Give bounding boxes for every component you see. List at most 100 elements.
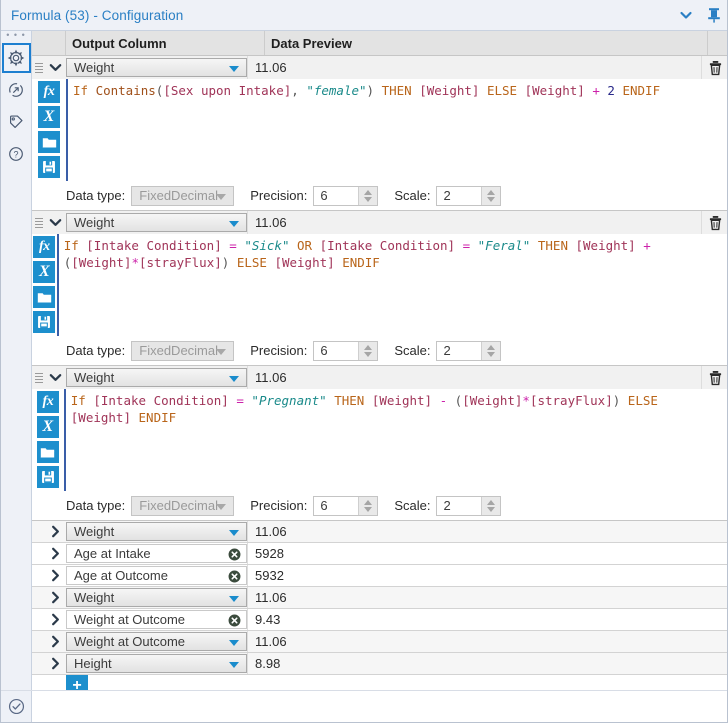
trash-icon[interactable] xyxy=(701,366,727,389)
expression-token: [Weight] xyxy=(71,255,132,270)
save-disk-icon[interactable] xyxy=(33,311,56,333)
formula-expression-editor[interactable]: If Contains([Sex upon Intake], "female")… xyxy=(66,79,727,181)
chevron-down-icon xyxy=(216,348,227,355)
collapsed-formula-row: Weight at Outcome 9.43 xyxy=(32,609,727,631)
trash-icon[interactable] xyxy=(701,56,727,79)
expression-token: [Weight] xyxy=(575,238,636,253)
error-x-icon[interactable] xyxy=(228,570,241,586)
formula-drag-handle[interactable] xyxy=(32,631,45,652)
collapsed-formula-row: Weight 11.06 xyxy=(32,521,727,543)
error-x-icon[interactable] xyxy=(228,614,241,630)
expression-token: ELSE xyxy=(229,255,275,270)
check-circle-icon[interactable] xyxy=(1,691,32,722)
question-circle-icon: ? xyxy=(9,147,23,161)
trash-icon[interactable] xyxy=(701,211,727,234)
scale-stepper[interactable]: 2 xyxy=(436,495,502,516)
precision-stepper[interactable]: 6 xyxy=(313,495,379,516)
output-column-select[interactable]: Weight xyxy=(66,213,247,232)
status-bar xyxy=(1,690,727,722)
output-column-select[interactable]: Weight at Outcome xyxy=(66,610,247,629)
sidebar-item-annotation[interactable] xyxy=(2,107,31,137)
expression-token: * xyxy=(131,255,139,270)
data-type-select[interactable]: FixedDecimal xyxy=(131,495,235,516)
output-column-select[interactable]: Weight at Outcome xyxy=(66,632,247,651)
formula-drag-handle[interactable] xyxy=(32,56,45,79)
collapse-toggle[interactable] xyxy=(45,211,66,234)
expand-toggle[interactable] xyxy=(45,543,66,564)
data-preview-value: 5928 xyxy=(247,543,727,564)
formula-blocks-container: Weight 11.06 fx X If Contains([Sex upon Inta… xyxy=(32,56,727,521)
spinner-buttons[interactable] xyxy=(481,186,501,205)
data-preview-value: 9.43 xyxy=(247,609,727,630)
expand-toggle[interactable] xyxy=(45,631,66,652)
output-column-select[interactable]: Height xyxy=(66,654,247,673)
expression-token: THEN xyxy=(326,393,372,408)
chevron-down-icon[interactable] xyxy=(673,2,699,28)
formula-drag-handle[interactable] xyxy=(32,521,45,542)
scale-stepper[interactable]: 2 xyxy=(436,340,502,361)
data-type-select[interactable]: FixedDecimal xyxy=(131,185,235,206)
collapse-toggle[interactable] xyxy=(45,366,66,389)
fx-icon[interactable]: fx xyxy=(36,391,59,413)
sidebar-item-help[interactable]: ? xyxy=(2,139,31,169)
output-column-select[interactable]: Weight xyxy=(66,368,247,387)
spinner-buttons[interactable] xyxy=(481,341,501,360)
formula-datatype-bar: Data type: FixedDecimal Precision: 6 Scale: 2 xyxy=(32,491,727,520)
data-type-select[interactable]: FixedDecimal xyxy=(131,340,235,361)
sidebar-item-output[interactable] xyxy=(2,75,31,105)
expand-toggle[interactable] xyxy=(45,587,66,608)
spinner-buttons[interactable] xyxy=(358,496,378,515)
formula-expression-editor[interactable]: If [Intake Condition] = "Pregnant" THEN … xyxy=(63,389,727,491)
fx-icon[interactable]: fx xyxy=(38,81,60,103)
output-column-select[interactable]: Weight xyxy=(66,522,247,541)
formula-drag-handle[interactable] xyxy=(32,609,45,630)
add-formula-button[interactable]: + xyxy=(66,675,88,691)
error-x-icon[interactable] xyxy=(228,548,241,564)
formula-drag-handle[interactable] xyxy=(32,653,45,674)
precision-stepper[interactable]: 6 xyxy=(313,340,379,361)
formula-drag-handle[interactable] xyxy=(32,211,45,234)
data-preview-value: 11.06 xyxy=(247,587,727,608)
open-folder-icon[interactable] xyxy=(33,286,56,308)
precision-stepper[interactable]: 6 xyxy=(313,185,379,206)
formula-block: Weight 11.06 fx X If Contains([Sex upon Inta… xyxy=(32,56,727,211)
chevron-down-icon xyxy=(229,529,239,536)
open-folder-icon[interactable] xyxy=(36,441,59,463)
expand-toggle[interactable] xyxy=(45,653,66,674)
save-disk-icon[interactable] xyxy=(36,466,59,488)
expression-token: + xyxy=(592,83,600,98)
chevron-down-icon xyxy=(229,375,239,382)
expression-token: THEN xyxy=(530,238,576,253)
scale-stepper[interactable]: 2 xyxy=(436,185,502,206)
precision-label: Precision: xyxy=(250,498,308,513)
output-column-select[interactable]: Weight xyxy=(66,58,247,77)
output-column-select[interactable]: Weight xyxy=(66,588,247,607)
output-column-select[interactable]: Age at Intake xyxy=(66,544,247,563)
pin-icon[interactable] xyxy=(701,2,727,28)
drag-handle-bars xyxy=(34,216,43,230)
left-rail: • • • ? xyxy=(1,31,32,691)
expand-toggle[interactable] xyxy=(45,565,66,586)
formula-editor-row: fx X If Contains([Sex upon Intake], "femal… xyxy=(32,79,727,181)
spinner-buttons[interactable] xyxy=(358,186,378,205)
open-folder-icon[interactable] xyxy=(38,131,60,153)
rail-drag-dots[interactable]: • • • xyxy=(1,31,31,43)
formula-drag-handle[interactable] xyxy=(32,565,45,586)
spinner-buttons[interactable] xyxy=(358,341,378,360)
formula-drag-handle[interactable] xyxy=(32,366,45,389)
clear-x-icon[interactable]: X xyxy=(38,106,60,128)
output-column-select[interactable]: Age at Outcome xyxy=(66,566,247,585)
clear-x-icon[interactable]: X xyxy=(33,261,56,283)
sidebar-item-configuration[interactable] xyxy=(1,43,31,73)
fx-icon[interactable]: fx xyxy=(33,236,56,258)
save-disk-icon[interactable] xyxy=(38,156,60,178)
formula-drag-handle[interactable] xyxy=(32,543,45,564)
formula-drag-handle[interactable] xyxy=(32,587,45,608)
expand-toggle[interactable] xyxy=(45,521,66,542)
clear-x-icon[interactable]: X xyxy=(36,416,59,438)
expand-toggle[interactable] xyxy=(45,609,66,630)
spinner-buttons[interactable] xyxy=(481,496,501,515)
formula-expression-editor[interactable]: If [Intake Condition] = "Sick" OR [Intak… xyxy=(56,234,727,336)
chevron-down-icon xyxy=(229,220,239,227)
collapse-toggle[interactable] xyxy=(45,56,66,79)
